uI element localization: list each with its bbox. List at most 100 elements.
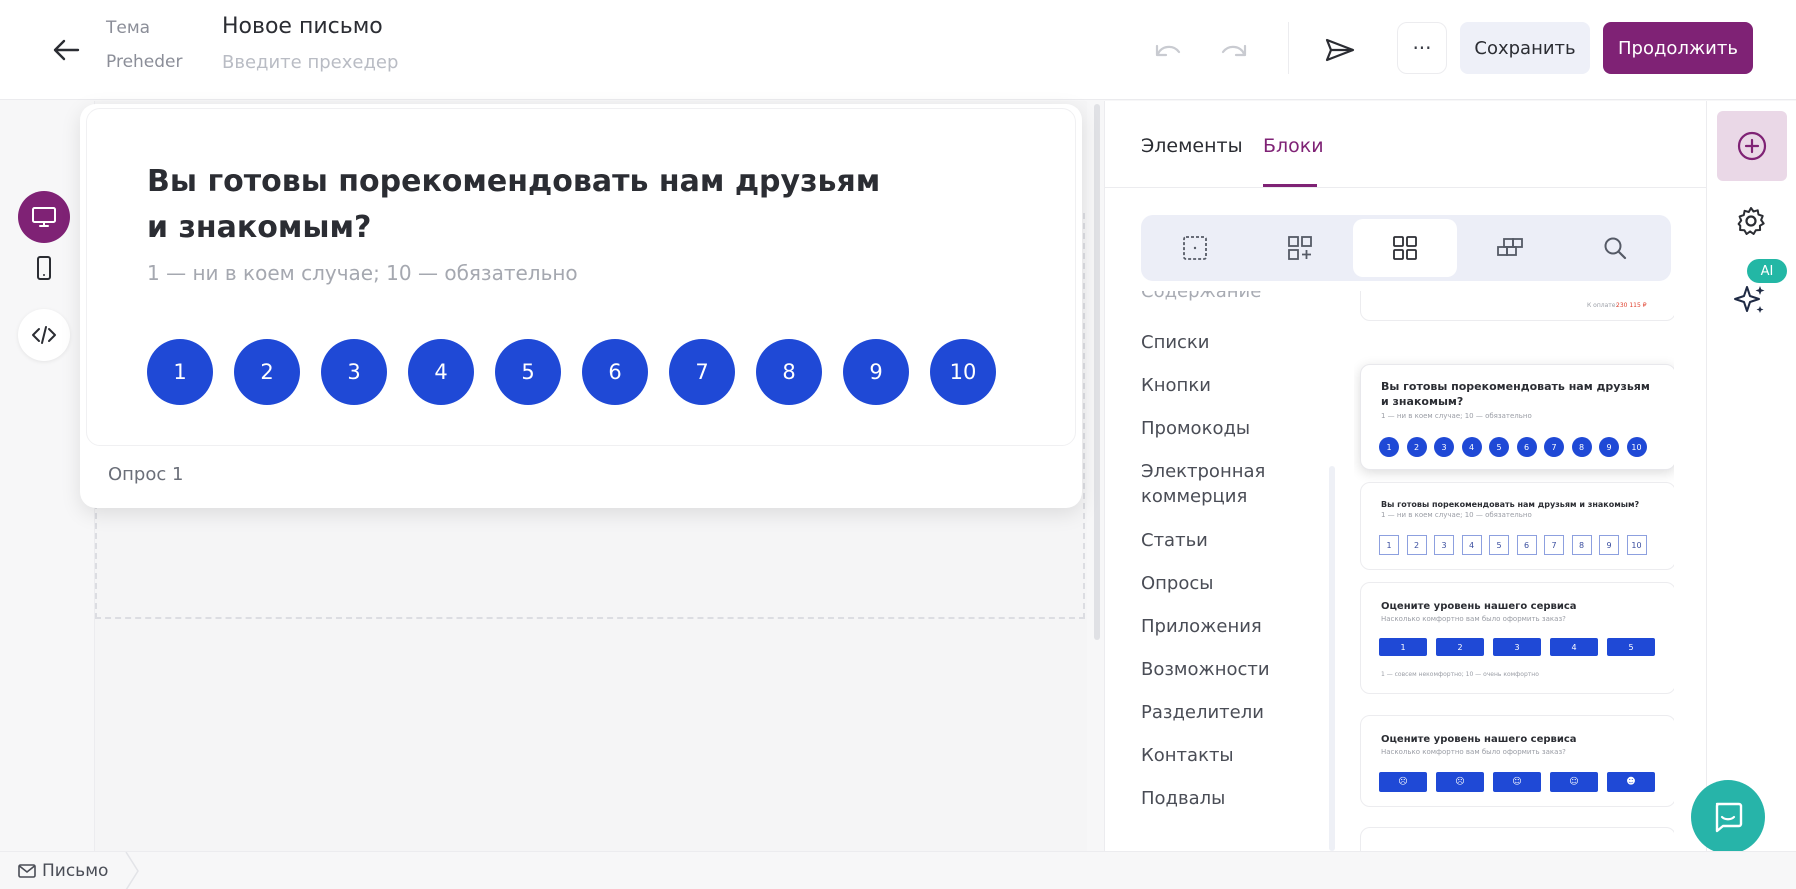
mail-icon [18,864,36,878]
back-arrow-icon [53,39,80,61]
survey-option[interactable]: 9 [843,339,909,405]
redo-icon [1221,44,1247,57]
thumb-title: Оцените уровень нашего сервиса [1381,601,1577,612]
category-content[interactable]: Содержание [1141,291,1261,304]
survey-option[interactable]: 4 [408,339,474,405]
ai-assistant-button[interactable] [1733,283,1767,321]
filter-add-block[interactable] [1248,219,1352,277]
survey-block-caption: Опрос 1 [108,464,184,485]
thumb-option: 1 [1379,535,1399,555]
tab-blocks[interactable]: Блоки [1263,135,1324,157]
right-tool-rail: AI [1706,101,1796,851]
continue-button[interactable]: Продолжить [1603,22,1753,74]
category-footers[interactable]: Подвалы [1141,786,1225,811]
thumb-options: 1 2 3 4 5 6 7 8 9 10 [1379,535,1647,555]
thumb-option: ☻ [1607,772,1655,792]
survey-subtitle: 1 — ни в коем случае; 10 — обязательно [147,261,578,285]
survey-option[interactable]: 5 [495,339,561,405]
survey-option[interactable]: 10 [930,339,996,405]
survey-title: Вы готовы порекомендовать нам друзьям и … [147,164,881,245]
thumb-option: 8 [1571,437,1592,457]
block-thumbnail[interactable]: Вы готовы порекомендовать нам друзьям и … [1360,364,1674,470]
blocks-panel: Элементы Блоки Содержание Списки Кнопки … [1104,101,1707,851]
send-icon [1325,38,1355,62]
thumb-option: 5 [1607,638,1655,656]
category-articles[interactable]: Статьи [1141,528,1208,553]
back-button[interactable] [44,28,88,72]
thumb-option: ☹ [1436,772,1484,792]
thumb-subtitle: Насколько комфортно вам было оформить за… [1381,748,1566,756]
thumb-option: 3 [1493,638,1541,656]
subject-label: Тема [106,18,151,38]
block-filter-bar [1141,215,1671,281]
category-ecommerce[interactable]: Электронная коммерция [1141,459,1311,509]
mobile-view-button[interactable] [18,242,70,294]
thumb-subtitle: 1 — ни в коем случае; 10 — обязательно [1381,412,1532,420]
category-dividers[interactable]: Разделители [1141,700,1264,725]
survey-option[interactable]: 2 [234,339,300,405]
canvas-scrollbar[interactable] [1094,104,1100,640]
survey-option[interactable]: 7 [669,339,735,405]
preheader-field[interactable]: Введите прехедер [222,52,398,73]
breadcrumb-letter[interactable]: Письмо [18,861,108,881]
thumb-option: 5 [1489,437,1509,457]
category-surveys[interactable]: Опросы [1141,571,1213,596]
filter-layout[interactable] [1458,219,1562,277]
filter-blocks[interactable] [1353,219,1457,277]
thumb-option: 7 [1544,437,1564,457]
block-thumbnail[interactable]: Оцените уровень нашего сервиса Насколько… [1360,582,1674,694]
tab-elements[interactable]: Элементы [1141,135,1243,157]
thumb-title: Оцените уровень нашего сервиса [1381,734,1577,745]
add-block-icon [1288,236,1312,260]
settings-button[interactable] [1735,205,1767,241]
block-thumbnail[interactable] [1360,827,1674,851]
send-test-button[interactable] [1314,24,1366,76]
thumb-options: 1 2 3 4 5 [1379,638,1655,656]
thumb-subtitle: Насколько комфортно вам было оформить за… [1381,615,1566,623]
add-circle-icon [1737,131,1767,161]
grid-icon [1183,236,1207,260]
thumb-option: 1 [1379,437,1399,457]
block-thumbnail[interactable]: Оцените уровень нашего сервиса Насколько… [1360,715,1674,807]
category-buttons[interactable]: Кнопки [1141,373,1211,398]
desktop-icon [32,207,56,227]
thumb-title: Вы готовы порекомендовать нам друзьям и … [1381,500,1640,509]
desktop-view-button[interactable] [18,191,70,243]
survey-block-preview[interactable]: Вы готовы порекомендовать нам друзьям и … [80,104,1082,508]
top-header: Тема Новое письмо Preheder Введите прехе… [0,0,1796,100]
undo-button[interactable] [1142,24,1194,76]
thumb-option: 9 [1599,437,1619,457]
thumb-option: 8 [1571,535,1592,555]
subject-field[interactable]: Новое письмо [222,14,383,39]
blocks-icon [1393,236,1417,260]
ai-badge: AI [1747,259,1787,283]
redo-button[interactable] [1208,24,1260,76]
thumb-option: 2 [1406,535,1427,555]
block-thumbnail[interactable]: Вы готовы порекомендовать нам друзьям и … [1360,482,1674,570]
category-apps[interactable]: Приложения [1141,614,1262,639]
category-lists[interactable]: Списки [1141,330,1210,355]
survey-option[interactable]: 8 [756,339,822,405]
survey-options: 1 2 3 4 5 6 7 8 9 10 [147,339,996,405]
add-block-button[interactable] [1717,111,1787,181]
category-contacts[interactable]: Контакты [1141,743,1234,768]
filter-search[interactable] [1563,219,1667,277]
thumb-option: 4 [1550,638,1598,656]
tabs-divider [1105,187,1707,188]
save-button[interactable]: Сохранить [1460,22,1590,74]
survey-option[interactable]: 6 [582,339,648,405]
preheader-label: Preheder [106,52,183,72]
category-features[interactable]: Возможности [1141,657,1270,682]
category-promocodes[interactable]: Промокоды [1141,416,1250,441]
support-chat-button[interactable] [1691,780,1765,854]
more-button[interactable]: ··· [1397,22,1447,74]
survey-option[interactable]: 1 [147,339,213,405]
thumb-title: Вы готовы порекомендовать нам друзьям и … [1381,380,1650,408]
filter-empty-grid[interactable] [1143,219,1247,277]
block-thumbnail[interactable]: К оплате: 230 115 ₽ [1360,291,1674,321]
code-view-button[interactable] [18,309,70,361]
categories-scrollbar[interactable] [1329,466,1335,851]
thumb-option: 4 [1461,437,1482,457]
survey-option[interactable]: 3 [321,339,387,405]
breadcrumb-chevron-icon [125,852,139,889]
